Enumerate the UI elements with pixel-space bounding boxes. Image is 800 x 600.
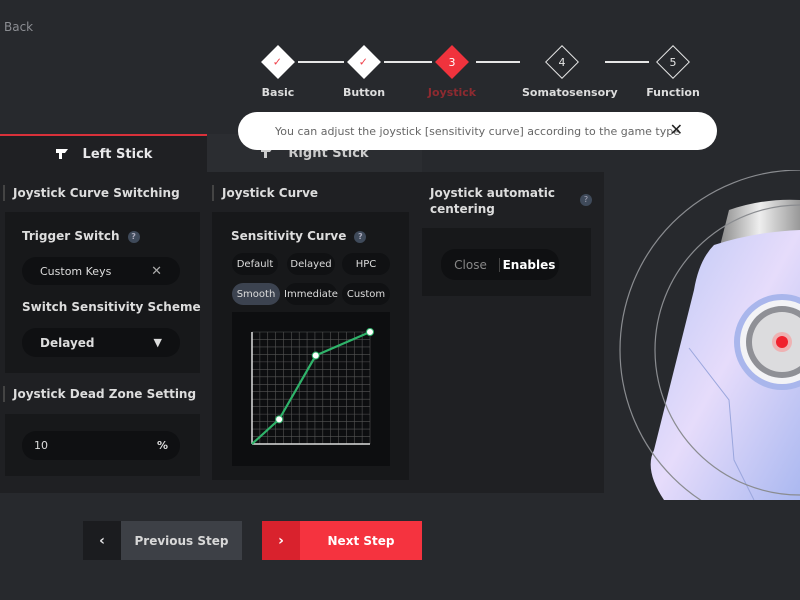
centering-toggle[interactable]: Close Enables [441,249,559,280]
step-button[interactable]: ✓ Button [324,45,404,99]
step-number: 5 [656,45,690,79]
toggle-off[interactable]: Close [442,257,500,272]
help-icon[interactable]: ? [127,230,140,243]
chevron-right-icon: › [262,521,300,560]
button-label: Next Step [300,521,422,560]
section-title: Joystick automatic centering [430,186,555,216]
joystick-illustration [619,170,800,500]
check-icon: ✓ [347,45,381,79]
sensitivity-curve-label: Sensitivity Curve? [231,229,367,243]
scheme-value: Delayed [40,335,95,350]
previous-step-button[interactable]: ‹ Previous Step [83,521,242,560]
close-icon[interactable]: ✕ [670,120,683,139]
section-title: Joystick Curve [212,185,318,201]
curve-control-point[interactable] [366,328,374,336]
step-number: 3 [435,45,469,79]
trigger-switch-input[interactable]: Custom Keys ✕ [22,257,180,285]
clear-icon[interactable]: ✕ [151,264,162,279]
next-step-button[interactable]: › Next Step [262,521,422,560]
dead-zone-value: 10 [34,439,48,452]
back-link[interactable]: Back [4,20,33,34]
step-label: Somatosensory [522,86,618,99]
tab-left-stick[interactable]: Left Stick [0,134,207,172]
step-label: Button [342,86,386,99]
chevron-left-icon: ‹ [83,521,121,560]
preset-immediate[interactable]: Immediate [284,283,338,305]
chevron-down-icon: ▼ [153,336,162,349]
curve-control-point[interactable] [275,415,284,424]
preset-delayed[interactable]: Delayed [287,253,335,275]
section-title: Joystick Dead Zone Setting [3,386,196,402]
preset-hpc[interactable]: HPC [342,253,390,275]
curve-line [251,330,371,445]
curve-control-point[interactable] [311,351,320,360]
unit: % [156,439,168,452]
tooltip-text: You can adjust the joystick [sensitivity… [274,124,681,138]
help-icon[interactable]: ? [580,194,592,206]
tooltip: You can adjust the joystick [sensitivity… [238,112,717,150]
scheme-label: Switch Sensitivity Scheme [22,300,201,314]
preset-default[interactable]: Default [232,253,278,275]
sensitivity-curve-chart[interactable] [232,312,390,466]
step-label: Joystick [427,86,477,99]
dead-zone-input[interactable]: 10 % [22,431,180,460]
step-number: 4 [545,45,579,79]
preset-smooth[interactable]: Smooth [232,283,280,305]
check-icon: ✓ [261,45,295,79]
tab-label: Left Stick [82,146,153,162]
step-label: Function [646,86,700,99]
help-icon[interactable]: ? [354,230,367,243]
joystick-icon [55,149,68,159]
step-label: Basic [261,86,295,99]
step-joystick[interactable]: 3 Joystick [412,45,492,99]
preset-custom[interactable]: Custom [342,283,390,305]
step-basic[interactable]: ✓ Basic [238,45,318,99]
section-title: Joystick Curve Switching [3,185,180,201]
trigger-value: Custom Keys [40,264,112,278]
trigger-switch-label: Trigger Switch? [22,229,140,243]
toggle-on[interactable]: Enables [500,258,558,272]
step-somatosensory[interactable]: 4 Somatosensory [522,45,618,99]
step-function[interactable]: 5 Function [633,45,713,99]
button-label: Previous Step [121,521,242,560]
scheme-select[interactable]: Delayed ▼ [22,328,180,357]
